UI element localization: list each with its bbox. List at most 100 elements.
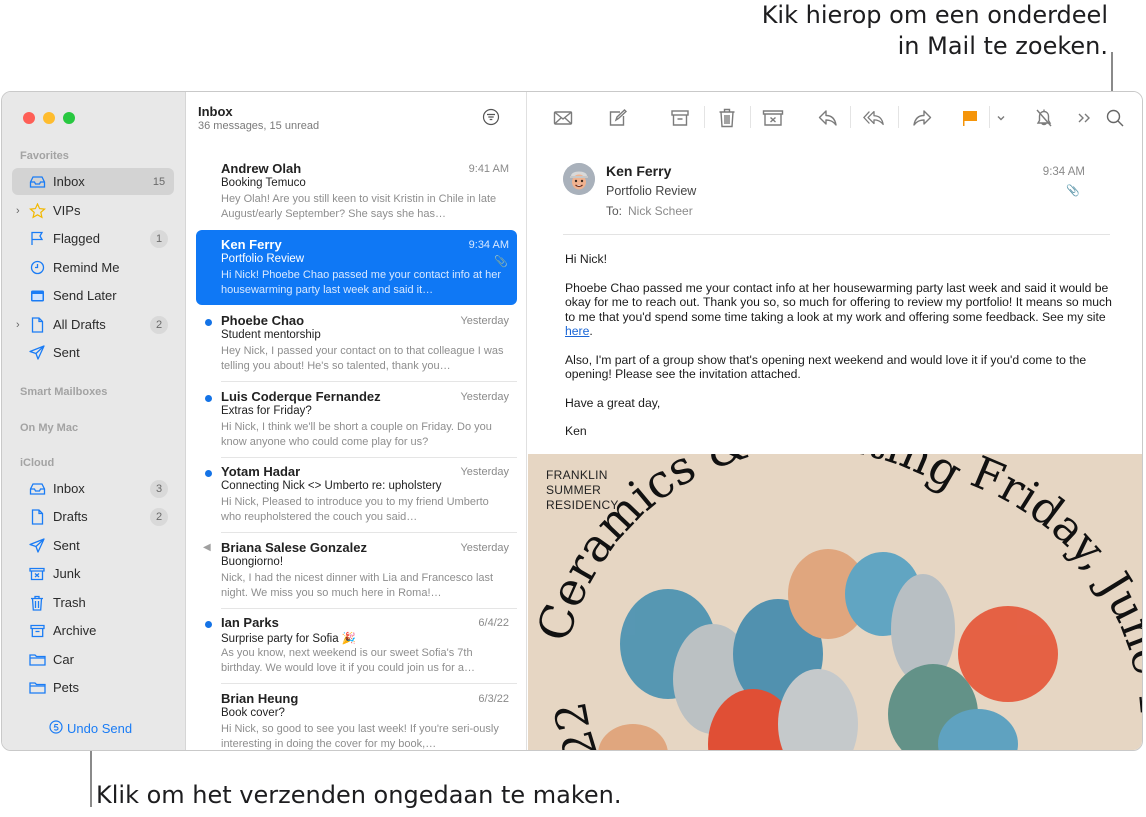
- sender-name[interactable]: Ken Ferry: [606, 163, 671, 179]
- message-time: Yesterday: [460, 391, 509, 403]
- message-row[interactable]: Andrew Olah 9:41 AM Booking Temuco Hey O…: [196, 154, 517, 229]
- sidebar-item-icloud-drafts[interactable]: Drafts 2: [12, 503, 174, 530]
- header-divider: [563, 234, 1110, 235]
- junk-icon: [28, 565, 46, 583]
- reply-button[interactable]: [817, 107, 839, 129]
- replied-icon: ◀: [203, 542, 211, 553]
- search-callout: Kik hierop om een onderdeel in Mail te z…: [588, 0, 1108, 62]
- clay-letters: [598, 549, 1058, 750]
- expand-chevron-icon[interactable]: ›: [16, 319, 20, 331]
- minimize-button[interactable]: [43, 112, 55, 124]
- sidebar-item-vips[interactable]: › VIPs: [12, 197, 174, 224]
- filter-button[interactable]: [482, 108, 500, 126]
- sidebar-item-label: Drafts: [53, 509, 88, 524]
- message-time: 9:34 AM: [1042, 166, 1085, 178]
- sidebar-item-junk[interactable]: Junk: [12, 560, 174, 587]
- folder-icon: [28, 679, 46, 697]
- section-icloud[interactable]: iCloud: [20, 457, 54, 469]
- delete-button[interactable]: [716, 107, 738, 129]
- message-row[interactable]: Ian Parks 6/4/22 Surprise party for Sofi…: [196, 608, 517, 684]
- sidebar-item-flagged[interactable]: Flagged 1: [12, 225, 174, 252]
- flag-icon: [28, 230, 46, 248]
- sidebar-item-icloud-inbox[interactable]: Inbox 3: [12, 475, 174, 502]
- recipient-name[interactable]: Nick Scheer: [628, 204, 693, 218]
- body-paragraph: Also, I'm part of a group show that's op…: [565, 352, 1087, 382]
- reply-all-button[interactable]: [863, 107, 885, 129]
- message-sender: Phoebe Chao: [221, 313, 305, 328]
- sidebar-item-car[interactable]: Car: [12, 646, 174, 673]
- attachment-icon: 📎: [494, 256, 508, 268]
- section-on-my-mac[interactable]: On My Mac: [20, 422, 78, 434]
- undo-send-button[interactable]: Undo Send: [49, 720, 132, 737]
- message-sender: Ken Ferry: [221, 237, 282, 252]
- calendar-icon: [28, 287, 46, 305]
- sidebar-item-trash[interactable]: Trash: [12, 589, 174, 616]
- message-subject: Booking Temuco: [221, 177, 306, 189]
- toolbar: [528, 92, 1142, 144]
- more-toolbar-button[interactable]: [1073, 107, 1095, 129]
- sidebar-item-inbox[interactable]: Inbox 15: [12, 168, 174, 195]
- clock-icon: [28, 259, 46, 277]
- message-row[interactable]: Yotam Hadar Yesterday Connecting Nick <>…: [196, 457, 517, 533]
- sidebar-item-label: Archive: [53, 623, 97, 638]
- search-button[interactable]: [1104, 107, 1126, 129]
- sidebar-item-label: Car: [53, 652, 74, 667]
- undo-send-label: Undo Send: [67, 721, 133, 736]
- archive-button[interactable]: [669, 107, 691, 129]
- sidebar-item-icloud-sent[interactable]: Sent: [12, 532, 174, 559]
- message-subject: Extras for Friday?: [221, 405, 312, 417]
- message-row-selected[interactable]: Ken Ferry 9:34 AM Portfolio Review 📎 Hi …: [196, 230, 517, 305]
- message-row[interactable]: ◀ Briana Salese Gonzalez Yesterday Buong…: [196, 533, 517, 609]
- star-icon: [28, 202, 46, 220]
- forward-icon: [913, 110, 932, 126]
- sidebar-item-label: Trash: [53, 595, 86, 610]
- message-time: 6/4/22: [478, 617, 509, 629]
- message-row[interactable]: Luis Coderque Fernandez Yesterday Extras…: [196, 382, 517, 458]
- memoji-avatar-icon: [563, 163, 595, 195]
- sidebar-item-remind-me[interactable]: Remind Me: [12, 254, 174, 281]
- section-favorites[interactable]: Favorites: [20, 150, 69, 162]
- zoom-button[interactable]: [63, 112, 75, 124]
- message-preview: Hi Nick! Phoebe Chao passed me your cont…: [221, 269, 502, 296]
- sidebar-item-sent[interactable]: Sent: [12, 339, 174, 366]
- forward-button[interactable]: [911, 107, 933, 129]
- flagged-count: 1: [150, 229, 168, 248]
- message-sender: Andrew Olah: [221, 161, 302, 176]
- message-preview: Hey Olah! Are you still keen to visit Kr…: [221, 193, 497, 220]
- expand-chevron-icon[interactable]: ›: [16, 205, 20, 217]
- sidebar-item-pets[interactable]: Pets: [12, 674, 174, 701]
- mail-window: Favorites Inbox 15 › VIPs Flagged 1 Remi…: [1, 91, 1143, 751]
- message-body: Hi Nick! Phoebe Chao passed me your cont…: [565, 252, 1115, 453]
- section-smart-mailboxes[interactable]: Smart Mailboxes: [20, 386, 107, 398]
- message-time: 6/3/22: [478, 693, 509, 705]
- junk-button[interactable]: [762, 107, 784, 129]
- sidebar-item-send-later[interactable]: Send Later: [12, 282, 174, 309]
- site-link[interactable]: here: [565, 324, 589, 338]
- archive-icon: [28, 622, 46, 640]
- message-sender: Brian Heung: [221, 691, 299, 706]
- flag-button[interactable]: [959, 107, 981, 129]
- flag-menu-button[interactable]: [990, 107, 1012, 129]
- sidebar-item-all-drafts[interactable]: › All Drafts 2: [12, 311, 174, 338]
- message-preview: As you know, next weekend is our sweet S…: [221, 647, 475, 674]
- poster-year-arc: 22: [545, 698, 608, 751]
- compose-button[interactable]: [607, 107, 629, 129]
- sidebar-item-label: Inbox: [53, 481, 85, 496]
- message-row[interactable]: Brian Heung 6/3/22 Book cover? Hi Nick, …: [196, 684, 517, 750]
- message-list: Inbox 36 messages, 15 unread Andrew Olah…: [187, 92, 527, 750]
- message-row[interactable]: Phoebe Chao Yesterday Student mentorship…: [196, 306, 517, 382]
- mute-button[interactable]: [1033, 107, 1055, 129]
- message-subject: Surprise party for Sofia 🎉: [221, 633, 357, 645]
- invitation-image-attachment[interactable]: FRANKLIN SUMMER RESIDENCY Ceramics ng Fr…: [528, 454, 1142, 751]
- sender-avatar[interactable]: [563, 163, 595, 195]
- sidebar-item-label: Sent: [53, 538, 80, 553]
- get-mail-button[interactable]: [552, 107, 574, 129]
- sidebar-item-archive[interactable]: Archive: [12, 617, 174, 644]
- body-signature: Ken: [565, 424, 587, 438]
- chevron-down-icon: [997, 116, 1005, 121]
- document-icon: [28, 508, 46, 526]
- body-greeting: Hi Nick!: [565, 252, 607, 266]
- body-text: Phoebe Chao passed me your contact info …: [565, 280, 1112, 324]
- close-button[interactable]: [23, 112, 35, 124]
- search-callout-line1: Kik hierop om een onderdeel: [761, 1, 1108, 29]
